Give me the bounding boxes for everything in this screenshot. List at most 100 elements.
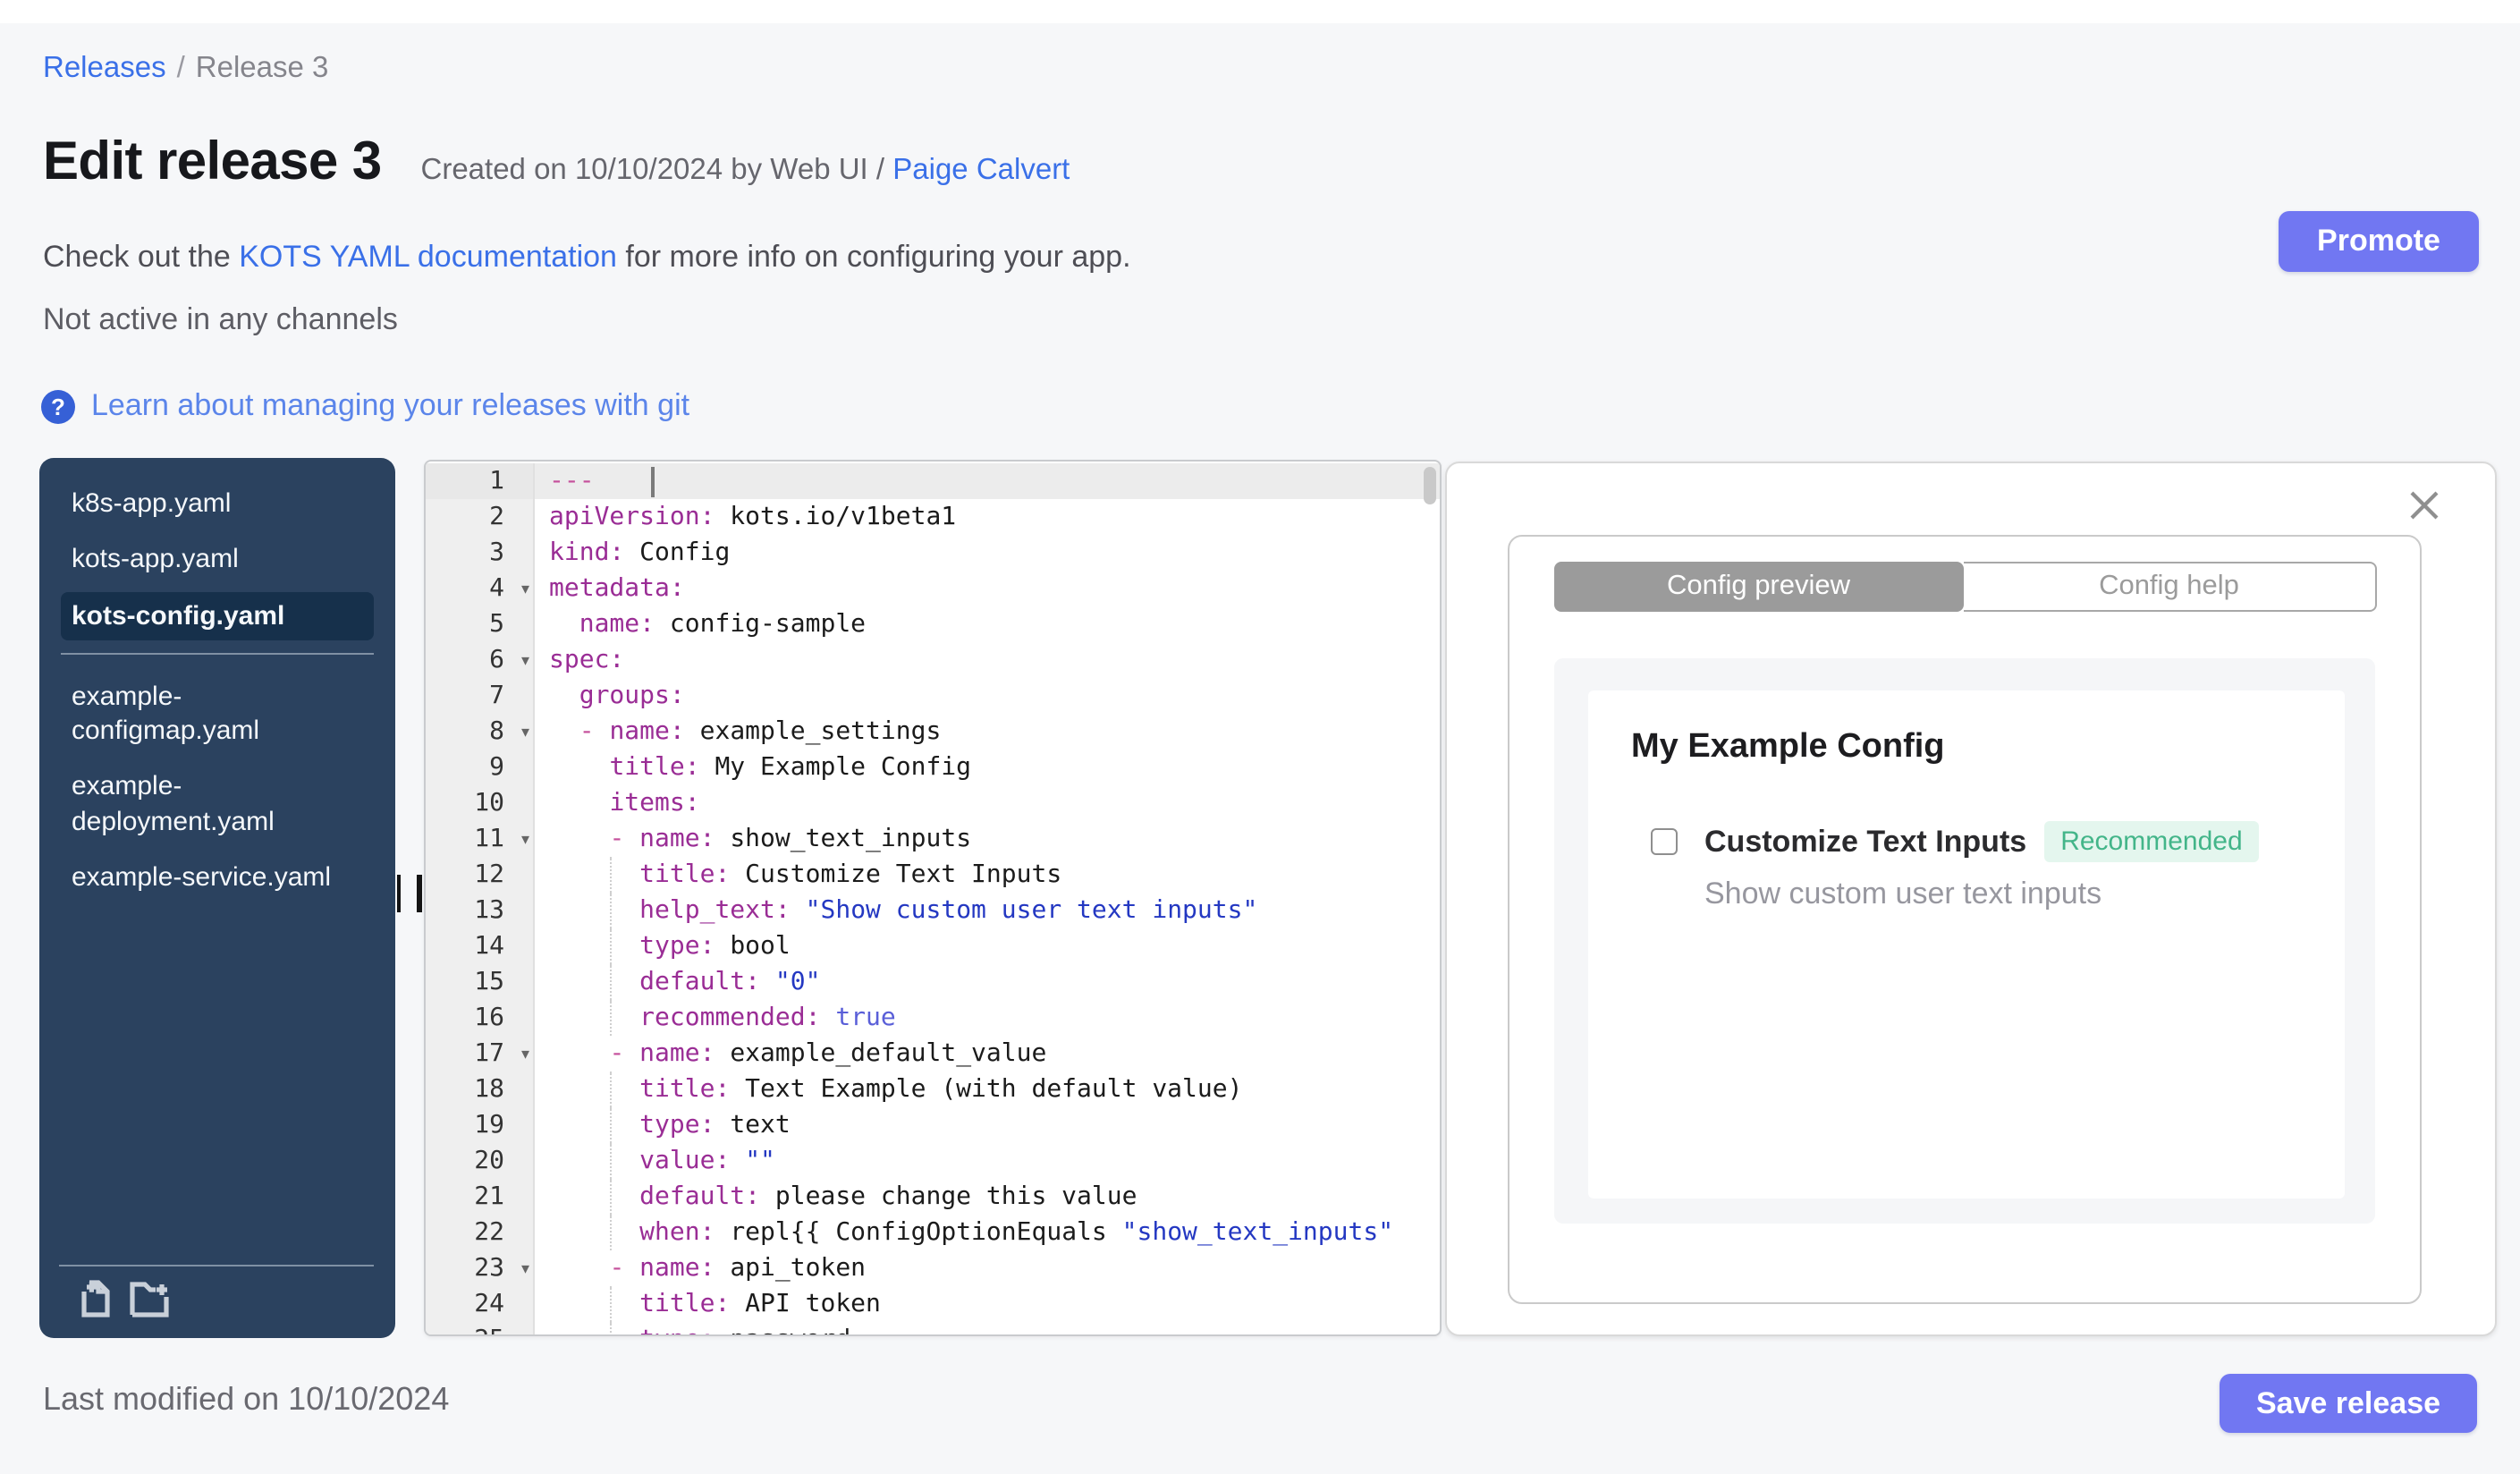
file-item-k8s-app.yaml[interactable]: k8s-app.yaml	[61, 479, 374, 529]
git-help-row: ? Learn about managing your releases wit…	[41, 388, 689, 424]
question-icon[interactable]: ?	[41, 389, 75, 423]
gutter-cell: 14	[426, 928, 535, 964]
code-text[interactable]: value: ""	[535, 1143, 1440, 1179]
code-text[interactable]: title: Customize Text Inputs	[535, 857, 1440, 893]
line-number: 19	[474, 1111, 504, 1139]
code-text[interactable]: groups:	[535, 678, 1440, 714]
code-line: 16 recommended: true	[426, 1000, 1440, 1036]
line-number: 24	[474, 1290, 504, 1318]
code-text[interactable]: name: config-sample	[535, 606, 1440, 642]
code-text[interactable]: metadata:	[535, 571, 1440, 606]
line-number: 12	[474, 860, 504, 889]
code-text[interactable]: default: please change this value	[535, 1179, 1440, 1215]
save-release-button[interactable]: Save release	[2220, 1374, 2477, 1433]
line-number: 8	[489, 717, 504, 746]
fold-arrow-icon[interactable]: ▾	[521, 642, 529, 678]
promote-button[interactable]: Promote	[2279, 211, 2479, 272]
code-text[interactable]: - name: api_token	[535, 1250, 1440, 1286]
add-file-icon[interactable]	[79, 1277, 113, 1327]
file-sidebar: k8s-app.yaml kots-app.yaml kots-config.yam…	[39, 458, 395, 1337]
code-text[interactable]: recommended: true	[535, 1000, 1440, 1036]
indent-guide	[609, 1215, 612, 1250]
tab-config-preview[interactable]: Config preview	[1553, 561, 1964, 612]
code-text[interactable]: items:	[535, 785, 1440, 821]
code-text[interactable]: spec:	[535, 642, 1440, 678]
tab-config-help[interactable]: Config help	[1964, 561, 2376, 612]
customize-text-inputs-checkbox[interactable]	[1651, 828, 1678, 855]
gutter-cell: 15	[426, 964, 535, 1000]
indent-guide	[609, 1286, 612, 1322]
code-line: 24 title: API token	[426, 1286, 1440, 1322]
code-text[interactable]: help_text: "Show custom user text inputs…	[535, 893, 1440, 928]
code-text[interactable]: apiVersion: kots.io/v1beta1	[535, 499, 1440, 535]
editor-scrollbar-thumb[interactable]	[1424, 466, 1436, 504]
file-list: k8s-app.yaml kots-app.yaml kots-config.yam…	[61, 479, 374, 910]
code-text[interactable]: title: Text Example (with default value)	[535, 1072, 1440, 1107]
line-number: 6	[489, 646, 504, 674]
code-text[interactable]: type: bool	[535, 928, 1440, 964]
code-text[interactable]: - name: example_default_value	[535, 1036, 1440, 1072]
gutter-cell: 16	[426, 1000, 535, 1036]
breadcrumb-releases-link[interactable]: Releases	[43, 52, 166, 84]
code-text[interactable]: type: password	[535, 1322, 1440, 1334]
line-number: 4	[489, 574, 504, 603]
gutter-cell: 7	[426, 678, 535, 714]
fold-arrow-icon[interactable]: ▾	[521, 714, 529, 750]
fold-arrow-icon[interactable]: ▾	[521, 1250, 529, 1286]
file-item-example-configmap.yaml[interactable]: example-configmap.yaml	[61, 673, 374, 756]
code-line: 10 items:	[426, 785, 1440, 821]
code-text[interactable]: ---	[535, 463, 1440, 499]
gutter-cell: 6 ▾	[426, 642, 535, 678]
code-line: 8 ▾ - name: example_settings	[426, 714, 1440, 750]
code-text[interactable]: type: text	[535, 1107, 1440, 1143]
file-item-kots-app.yaml[interactable]: kots-app.yaml	[61, 536, 374, 585]
line-number: 22	[474, 1218, 504, 1247]
code-text[interactable]: when: repl{{ ConfigOptionEquals "show_te…	[535, 1215, 1440, 1250]
code-text[interactable]: kind: Config	[535, 535, 1440, 571]
gutter-cell: 3	[426, 535, 535, 571]
code-line: 25 type: password	[426, 1322, 1440, 1334]
fold-arrow-icon[interactable]: ▾	[521, 571, 529, 606]
kots-yaml-doc-link[interactable]: KOTS YAML documentation	[239, 240, 617, 274]
line-number: 23	[474, 1254, 504, 1283]
gutter-cell: 4 ▾	[426, 571, 535, 606]
close-icon[interactable]	[2409, 489, 2440, 520]
code-line: 13 help_text: "Show custom user text inp…	[426, 893, 1440, 928]
code-text[interactable]: title: My Example Config	[535, 750, 1440, 785]
config-preview-panel: Config preview Config help My Example Con…	[1445, 461, 2496, 1335]
indent-guide	[609, 1000, 612, 1036]
sidebar-divider	[59, 1265, 374, 1266]
last-modified: Last modified on 10/10/2024	[43, 1381, 450, 1417]
fold-arrow-icon[interactable]: ▾	[521, 821, 529, 857]
line-number: 5	[489, 610, 504, 639]
fold-arrow-icon[interactable]: ▾	[521, 1036, 529, 1072]
breadcrumb-separator: /	[176, 52, 185, 84]
line-number: 13	[474, 896, 504, 925]
git-releases-link[interactable]: Learn about managing your releases with …	[91, 388, 689, 424]
indent-guide	[609, 857, 612, 893]
author-link[interactable]: Paige Calvert	[892, 154, 1070, 186]
gutter-cell: 1	[426, 463, 535, 499]
code-text[interactable]: default: "0"	[535, 964, 1440, 1000]
indent-guide	[609, 928, 612, 964]
code-line: 23 ▾ - name: api_token	[426, 1250, 1440, 1286]
yaml-code-editor[interactable]: 1 --- 2 apiVersion: kots.io/v1beta1 3 kind: C…	[424, 459, 1442, 1335]
code-line: 18 title: Text Example (with default val…	[426, 1072, 1440, 1107]
add-folder-icon[interactable]	[129, 1277, 175, 1327]
indent-guide	[609, 1179, 612, 1215]
code-line: 4 ▾ metadata:	[426, 571, 1440, 606]
config-preview-area: My Example Config Customize Text Inputs …	[1553, 658, 2375, 1223]
code-text[interactable]: title: API token	[535, 1286, 1440, 1322]
code-text[interactable]: - name: example_settings	[535, 714, 1440, 750]
gutter-cell: 19	[426, 1107, 535, 1143]
gutter-cell: 9	[426, 750, 535, 785]
file-item-kots-config.yaml[interactable]: kots-config.yaml	[61, 591, 374, 640]
line-number: 25	[474, 1322, 504, 1334]
sidebar-resize-handle[interactable]	[396, 875, 421, 912]
checkbox-label: Customize Text Inputs	[1704, 824, 2027, 858]
code-line: 5 name: config-sample	[426, 606, 1440, 642]
code-text[interactable]: - name: show_text_inputs	[535, 821, 1440, 857]
file-item-example-service.yaml[interactable]: example-service.yaml	[61, 853, 374, 902]
line-number: 1	[489, 467, 504, 496]
file-item-example-deployment.yaml[interactable]: example-deployment.yaml	[61, 763, 374, 846]
